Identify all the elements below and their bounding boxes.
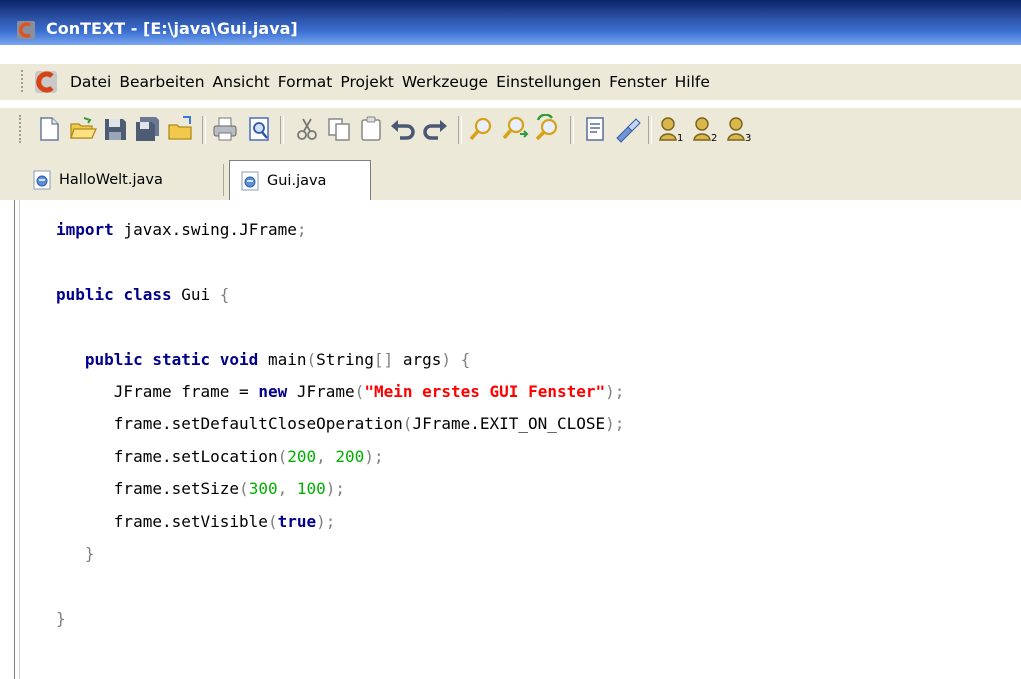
open-folder-icon[interactable]	[166, 114, 196, 144]
open-file-icon[interactable]	[68, 114, 98, 144]
code-line: frame.setSize(300, 100);	[113, 479, 346, 499]
save-all-icon[interactable]	[132, 114, 162, 144]
code-line: JFrame frame = new JFrame("Mein erstes G…	[113, 382, 625, 402]
editor-gutter	[19, 200, 32, 679]
java-file-icon	[33, 170, 51, 190]
tab-label: Gui.java	[267, 172, 327, 189]
code-line: public class Gui {	[56, 284, 230, 304]
cut-icon[interactable]	[292, 114, 322, 144]
menu-datei[interactable]: Datei	[66, 73, 115, 91]
menu-ansicht[interactable]: Ansicht	[209, 73, 274, 91]
code-line: import javax.swing.JFrame;	[56, 220, 307, 239]
document-properties-icon[interactable]	[580, 114, 610, 144]
toolbar-separator	[570, 116, 574, 144]
menu-fenster[interactable]: Fenster	[605, 73, 671, 91]
toolbar-separator	[648, 116, 652, 144]
menu-grip[interactable]	[21, 70, 27, 92]
save-icon[interactable]	[100, 114, 130, 144]
paste-icon[interactable]	[356, 114, 386, 144]
find-next-icon[interactable]	[500, 114, 530, 144]
code-text[interactable]: import javax.swing.JFrame; public class …	[56, 214, 624, 635]
print-preview-icon[interactable]	[244, 114, 274, 144]
code-line: public static void main(String[] args) {	[84, 349, 471, 369]
tab-gui[interactable]: Gui.java	[229, 160, 371, 200]
menu-bar: Datei Bearbeiten Ansicht Format Projekt …	[0, 64, 1021, 100]
toolbar-separator	[458, 116, 462, 144]
toolbar-separator	[280, 116, 284, 144]
menu-projekt[interactable]: Projekt	[336, 73, 398, 91]
user-command-3-icon[interactable]: 3	[724, 114, 754, 144]
copy-icon[interactable]	[324, 114, 354, 144]
code-line: frame.setDefaultCloseOperation(JFrame.EX…	[113, 414, 625, 434]
menu-werkzeuge[interactable]: Werkzeuge	[398, 73, 492, 91]
svg-text:2: 2	[711, 133, 717, 144]
toolbar-separator	[202, 116, 206, 144]
context-logo-icon	[35, 71, 57, 93]
title-bar[interactable]: ConTEXT - [E:\java\Gui.java]	[0, 0, 1021, 45]
replace-icon[interactable]	[532, 114, 562, 144]
highlighter-icon[interactable]	[612, 114, 642, 144]
editor-border	[14, 200, 15, 679]
code-line: frame.setLocation(200, 200);	[113, 446, 384, 466]
window-title: ConTEXT - [E:\java\Gui.java]	[46, 19, 298, 38]
menu-einstellungen[interactable]: Einstellungen	[492, 73, 605, 91]
tab-bar: HalloWelt.java Gui.java	[0, 158, 1021, 201]
redo-icon[interactable]	[420, 114, 450, 144]
svg-text:1: 1	[677, 133, 683, 144]
tab-label: HalloWelt.java	[59, 172, 163, 188]
code-line: frame.setVisible(true);	[113, 511, 336, 531]
menu-bearbeiten[interactable]: Bearbeiten	[115, 73, 208, 91]
user-command-2-icon[interactable]: 2	[690, 114, 720, 144]
code-editor[interactable]: import javax.swing.JFrame; public class …	[0, 200, 1021, 679]
code-line: }	[84, 544, 95, 564]
tab-hallowelt[interactable]: HalloWelt.java	[24, 164, 224, 196]
menu-hilfe[interactable]: Hilfe	[671, 73, 714, 91]
context-app-icon[interactable]	[16, 20, 36, 40]
new-file-icon[interactable]	[34, 114, 64, 144]
menu-items: Datei Bearbeiten Ansicht Format Projekt …	[66, 64, 714, 100]
undo-icon[interactable]	[388, 114, 418, 144]
toolbar-grip[interactable]	[19, 115, 25, 143]
toolbar: 1 2 3	[0, 108, 1021, 158]
find-icon[interactable]	[466, 114, 496, 144]
print-icon[interactable]	[210, 114, 240, 144]
java-file-icon	[241, 171, 259, 190]
menu-format[interactable]: Format	[274, 73, 337, 91]
code-line: }	[56, 608, 66, 628]
user-command-1-icon[interactable]: 1	[656, 114, 686, 144]
svg-text:3: 3	[745, 133, 751, 144]
